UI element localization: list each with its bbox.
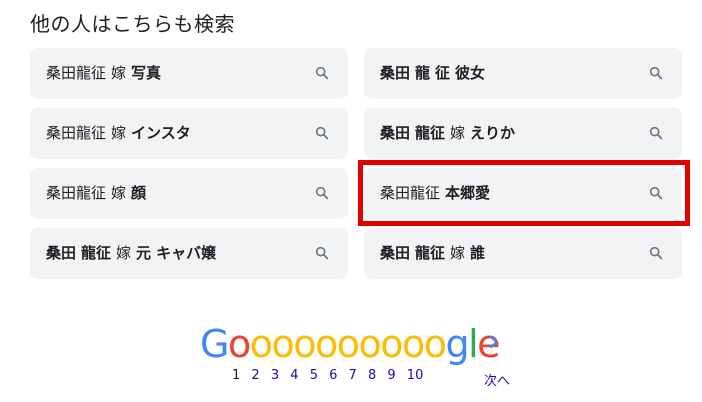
- page-current: 1: [232, 368, 241, 383]
- related-search-text: 桑田龍征 嫁 写真: [46, 64, 162, 82]
- next-page-link[interactable]: 次へ: [484, 370, 510, 389]
- related-search-text: 桑田 龍 征 彼女: [380, 64, 486, 82]
- page-link[interactable]: 8: [368, 368, 376, 383]
- related-search-chip[interactable]: 桑田 龍征 嫁 誰: [364, 228, 682, 279]
- page-link[interactable]: 3: [271, 368, 279, 383]
- search-icon: [315, 126, 329, 140]
- related-search-chip[interactable]: 桑田龍征 嫁 写真: [30, 48, 348, 99]
- related-search-text: 桑田 龍征 嫁 誰: [380, 244, 486, 262]
- page-link[interactable]: 10: [407, 368, 424, 383]
- related-search-chip[interactable]: 桑田 龍征 嫁 元 キャバ嬢: [30, 228, 348, 279]
- related-search-text: 桑田 龍征 嫁 元 キャバ嬢: [46, 244, 217, 262]
- pagination: 1 2 3 4 5 6 7 8 9 10: [232, 368, 430, 383]
- page-link[interactable]: 9: [387, 368, 395, 383]
- search-icon: [649, 66, 663, 80]
- related-search-chip[interactable]: 桑田 龍征 嫁 えりか: [364, 108, 682, 159]
- page-link[interactable]: 5: [310, 368, 318, 383]
- page-link[interactable]: 7: [349, 368, 357, 383]
- search-icon: [649, 246, 663, 260]
- google-pagination-logo: Goooooooooogle: [200, 322, 501, 366]
- related-search-text: 桑田龍征 嫁 顔: [46, 184, 147, 202]
- chevron-right-icon[interactable]: [486, 333, 502, 351]
- section-heading: 他の人はこちらも検索: [30, 12, 235, 36]
- related-search-chip[interactable]: 桑田 龍 征 彼女: [364, 48, 682, 99]
- related-search-text: 桑田龍征 嫁 インスタ: [46, 124, 191, 142]
- related-search-text: 桑田 龍征 嫁 えりか: [380, 124, 516, 142]
- highlight-box: [358, 160, 690, 226]
- page-link[interactable]: 2: [251, 368, 259, 383]
- search-icon: [315, 246, 329, 260]
- related-search-chip[interactable]: 桑田龍征 嫁 顔: [30, 168, 348, 219]
- search-icon: [315, 186, 329, 200]
- search-icon: [649, 126, 663, 140]
- page-link[interactable]: 6: [329, 368, 337, 383]
- search-icon: [315, 66, 329, 80]
- related-search-chip[interactable]: 桑田龍征 嫁 インスタ: [30, 108, 348, 159]
- page-link[interactable]: 4: [290, 368, 298, 383]
